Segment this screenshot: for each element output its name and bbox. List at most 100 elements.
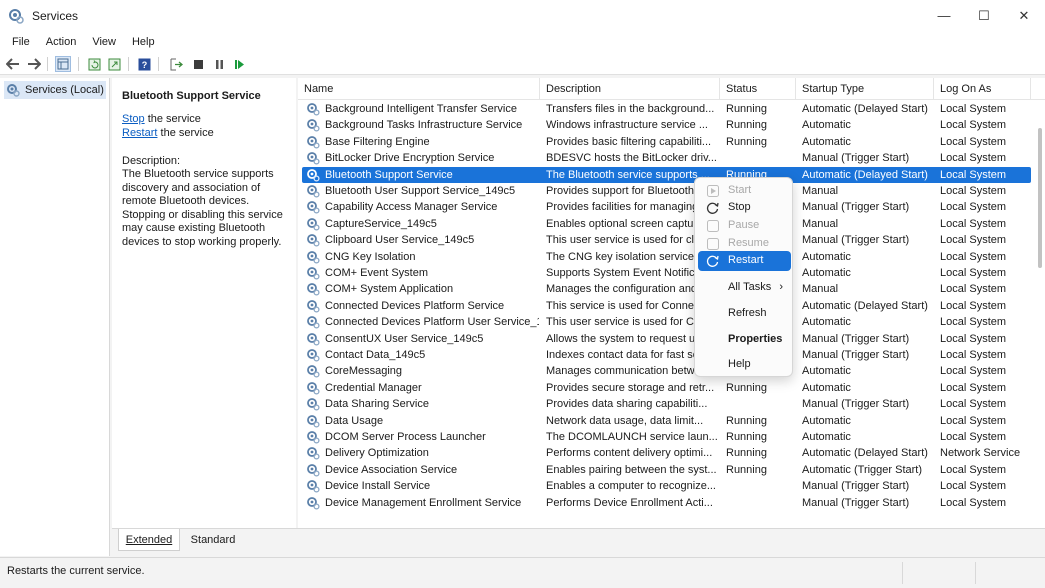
vertical-scrollbar-thumb[interactable] — [1038, 128, 1042, 268]
table-row[interactable]: BitLocker Drive Encryption Service BDESVC… — [298, 150, 1045, 166]
service-startup-type: Automatic — [802, 381, 851, 394]
service-description: Enables optional screen capture... — [546, 217, 713, 230]
service-description: This user service is used for cl... — [546, 234, 704, 247]
service-log-on-as: Local System — [940, 496, 1007, 509]
menu-action[interactable]: Action — [40, 36, 83, 48]
service-log-on-as: Local System — [940, 299, 1007, 312]
table-row[interactable]: Credential Manager Provides secure storag… — [298, 380, 1045, 396]
table-row[interactable]: DCOM Server Process Launcher The DCOMLAUN… — [298, 429, 1045, 445]
ctx-refresh[interactable]: Refresh — [698, 304, 791, 324]
service-description: Provides facilities for managing ... — [546, 201, 711, 214]
table-row[interactable]: Bluetooth User Support Service_149c5 Prov… — [298, 183, 1045, 199]
service-log-on-as: Local System — [940, 217, 1007, 230]
tab-extended[interactable]: Extended — [118, 529, 180, 551]
ctx-help[interactable]: Help — [698, 355, 791, 375]
table-row[interactable]: Capability Access Manager Service Provide… — [298, 199, 1045, 215]
status-divider — [902, 562, 903, 584]
service-log-on-as: Local System — [940, 332, 1007, 345]
table-row[interactable]: CoreMessaging Manages communication betwe… — [298, 363, 1045, 379]
tree-item-label: Services (Local) — [25, 84, 104, 96]
status-text: Restarts the current service. — [7, 565, 145, 577]
table-row[interactable]: COM+ System Application Manages the confi… — [298, 281, 1045, 297]
service-gear-icon — [307, 398, 320, 411]
stop-service-icon[interactable] — [190, 56, 206, 72]
pause-service-icon[interactable] — [211, 56, 227, 72]
tree-item-services-local[interactable]: Services (Local) — [4, 81, 106, 99]
ctx-properties[interactable]: Properties — [698, 330, 791, 350]
close-button[interactable]: ✕ — [1004, 0, 1044, 31]
ctx-stop[interactable]: Stop — [698, 198, 791, 218]
table-row[interactable]: Contact Data_149c5 Indexes contact data f… — [298, 347, 1045, 363]
service-log-on-as: Local System — [940, 480, 1007, 493]
service-gear-icon — [307, 283, 320, 296]
column-header-log-on-as[interactable]: Log On As — [934, 78, 1031, 100]
pause-icon — [707, 220, 719, 232]
service-description: Provides support for Bluetooth ... — [546, 185, 707, 197]
back-icon[interactable] — [5, 56, 21, 72]
ctx-all-tasks[interactable]: All Tasks › — [698, 278, 791, 298]
service-log-on-as: Local System — [940, 185, 1007, 197]
stop-service-link[interactable]: Stop — [122, 113, 145, 125]
service-description: Manages communication betwe... — [546, 365, 710, 378]
service-log-on-as: Local System — [940, 463, 1007, 476]
column-header-name[interactable]: Name — [298, 78, 540, 100]
detail-pane: Bluetooth Support Service Stop the servi… — [112, 78, 296, 528]
start-service-icon[interactable] — [168, 56, 184, 72]
ctx-resume-label: Resume — [728, 237, 769, 249]
status-bar: Restarts the current service. — [0, 557, 1045, 588]
minimize-button[interactable]: — — [924, 0, 964, 31]
service-startup-type: Manual (Trigger Start) — [802, 332, 910, 345]
menu-file[interactable]: File — [6, 36, 36, 48]
table-row[interactable]: Connected Devices Platform User Service_… — [298, 314, 1045, 330]
service-name: Device Install Service — [325, 480, 431, 493]
resume-icon — [707, 238, 719, 250]
service-name: Data Usage — [325, 414, 384, 427]
service-description: Supports System Event Notifica... — [546, 267, 710, 279]
description-label: Description: — [122, 155, 181, 167]
column-header-startup-type[interactable]: Startup Type — [796, 78, 934, 100]
menu-view[interactable]: View — [86, 36, 122, 48]
service-gear-icon — [307, 431, 320, 444]
service-startup-type: Automatic — [802, 267, 851, 279]
table-row[interactable]: COM+ Event System Supports System Event N… — [298, 265, 1045, 281]
table-row[interactable]: CNG Key Isolation The CNG key isolation s… — [298, 249, 1045, 265]
column-header-status[interactable]: Status — [720, 78, 796, 100]
service-status: Running — [726, 381, 767, 394]
help-icon[interactable]: ? — [136, 56, 152, 72]
tab-standard[interactable]: Standard — [182, 529, 244, 551]
table-row[interactable]: Base Filtering Engine Provides basic filt… — [298, 134, 1045, 150]
service-log-on-as: Local System — [940, 267, 1007, 279]
table-row[interactable]: Clipboard User Service_149c5 This user se… — [298, 232, 1045, 248]
table-row[interactable]: Connected Devices Platform Service This s… — [298, 298, 1045, 314]
table-row[interactable]: Background Tasks Infrastructure Service W… — [298, 117, 1045, 133]
toolbar-separator — [78, 57, 79, 71]
table-row[interactable]: Delivery Optimization Performs content de… — [298, 445, 1045, 461]
table-row[interactable]: Data Sharing Service Provides data sharin… — [298, 396, 1045, 412]
show-hide-tree-icon[interactable] — [55, 56, 71, 72]
forward-icon[interactable] — [26, 56, 42, 72]
table-row[interactable]: Device Install Service Enables a computer… — [298, 478, 1045, 494]
ctx-restart[interactable]: Restart — [698, 251, 791, 271]
table-row[interactable]: Background Intelligent Transfer Service T… — [298, 101, 1045, 117]
refresh-icon[interactable] — [86, 56, 102, 72]
table-row-selected[interactable]: Bluetooth Support Service The Bluetooth s… — [298, 166, 1045, 183]
service-gear-icon — [307, 480, 320, 493]
resume-service-icon[interactable] — [231, 56, 247, 72]
restart-service-link[interactable]: Restart — [122, 127, 157, 139]
service-startup-type: Manual — [802, 283, 839, 296]
service-description: Provides basic filtering capabiliti... — [546, 135, 712, 148]
table-row[interactable]: CaptureService_149c5 Enables optional scr… — [298, 216, 1045, 232]
maximize-button[interactable]: ☐ — [964, 0, 1004, 31]
table-row[interactable]: Data Usage Network data usage, data limit… — [298, 413, 1045, 429]
table-row[interactable]: Device Management Enrollment Service Perf… — [298, 495, 1045, 511]
service-startup-type: Manual (Trigger Start) — [802, 349, 910, 361]
service-startup-type: Manual (Trigger Start) — [802, 398, 910, 411]
table-row[interactable]: Device Association Service Enables pairin… — [298, 462, 1045, 478]
service-log-on-as: Local System — [940, 119, 1007, 132]
export-icon[interactable] — [106, 56, 122, 72]
service-gear-icon — [307, 168, 320, 182]
menu-help[interactable]: Help — [126, 36, 161, 48]
table-row[interactable]: ConsentUX User Service_149c5 Allows the s… — [298, 331, 1045, 347]
ctx-pause[interactable]: Pause — [698, 216, 791, 236]
column-header-description[interactable]: Description — [540, 78, 720, 100]
